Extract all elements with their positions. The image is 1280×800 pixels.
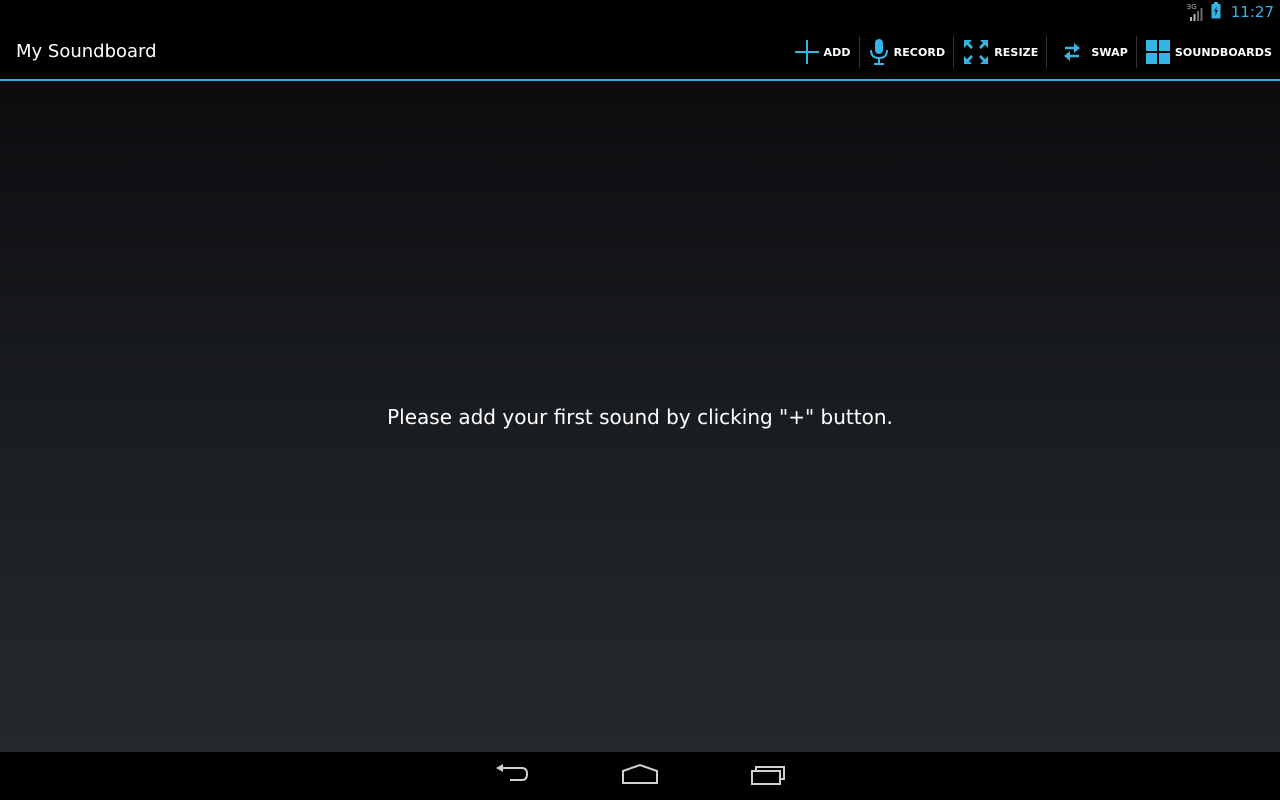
signal-icon: 3G [1187,3,1205,23]
swap-label: SWAP [1091,45,1128,59]
record-label: RECORD [893,45,946,59]
screen: 3G 11:27 My Soundboard ADD RECORD RESIZE… [0,0,1280,800]
resize-label: RESIZE [994,45,1039,59]
home-icon [621,763,659,789]
back-button[interactable] [482,760,542,792]
home-button[interactable] [610,760,670,792]
navigation-bar [0,752,1280,800]
microphone-icon [868,38,890,66]
status-bar: 3G 11:27 [0,0,1280,25]
add-button[interactable]: ADD [786,25,859,79]
action-bar: My Soundboard ADD RECORD RESIZE SWAP SOU… [0,25,1280,79]
back-icon [494,763,530,789]
empty-state-message: Please add your first sound by clicking … [387,405,893,429]
resize-icon [962,38,990,66]
main-content: Please add your first sound by clicking … [0,81,1280,752]
grid-icon [1145,39,1171,65]
swap-icon [1061,41,1083,63]
record-button[interactable]: RECORD [860,25,954,79]
action-buttons: ADD RECORD RESIZE SWAP SOUNDBOARDS [786,25,1272,79]
swap-button[interactable]: SWAP [1047,25,1136,79]
soundboards-button[interactable]: SOUNDBOARDS [1137,25,1272,79]
app-title: My Soundboard [16,41,157,62]
recent-apps-button[interactable] [738,760,798,792]
add-label: ADD [823,45,851,59]
resize-button[interactable]: RESIZE [954,25,1046,79]
clock: 11:27 [1230,3,1274,21]
plus-icon [794,39,820,65]
soundboards-label: SOUNDBOARDS [1174,45,1272,59]
battery-charging-icon [1211,2,1221,23]
recent-apps-icon [750,763,786,789]
